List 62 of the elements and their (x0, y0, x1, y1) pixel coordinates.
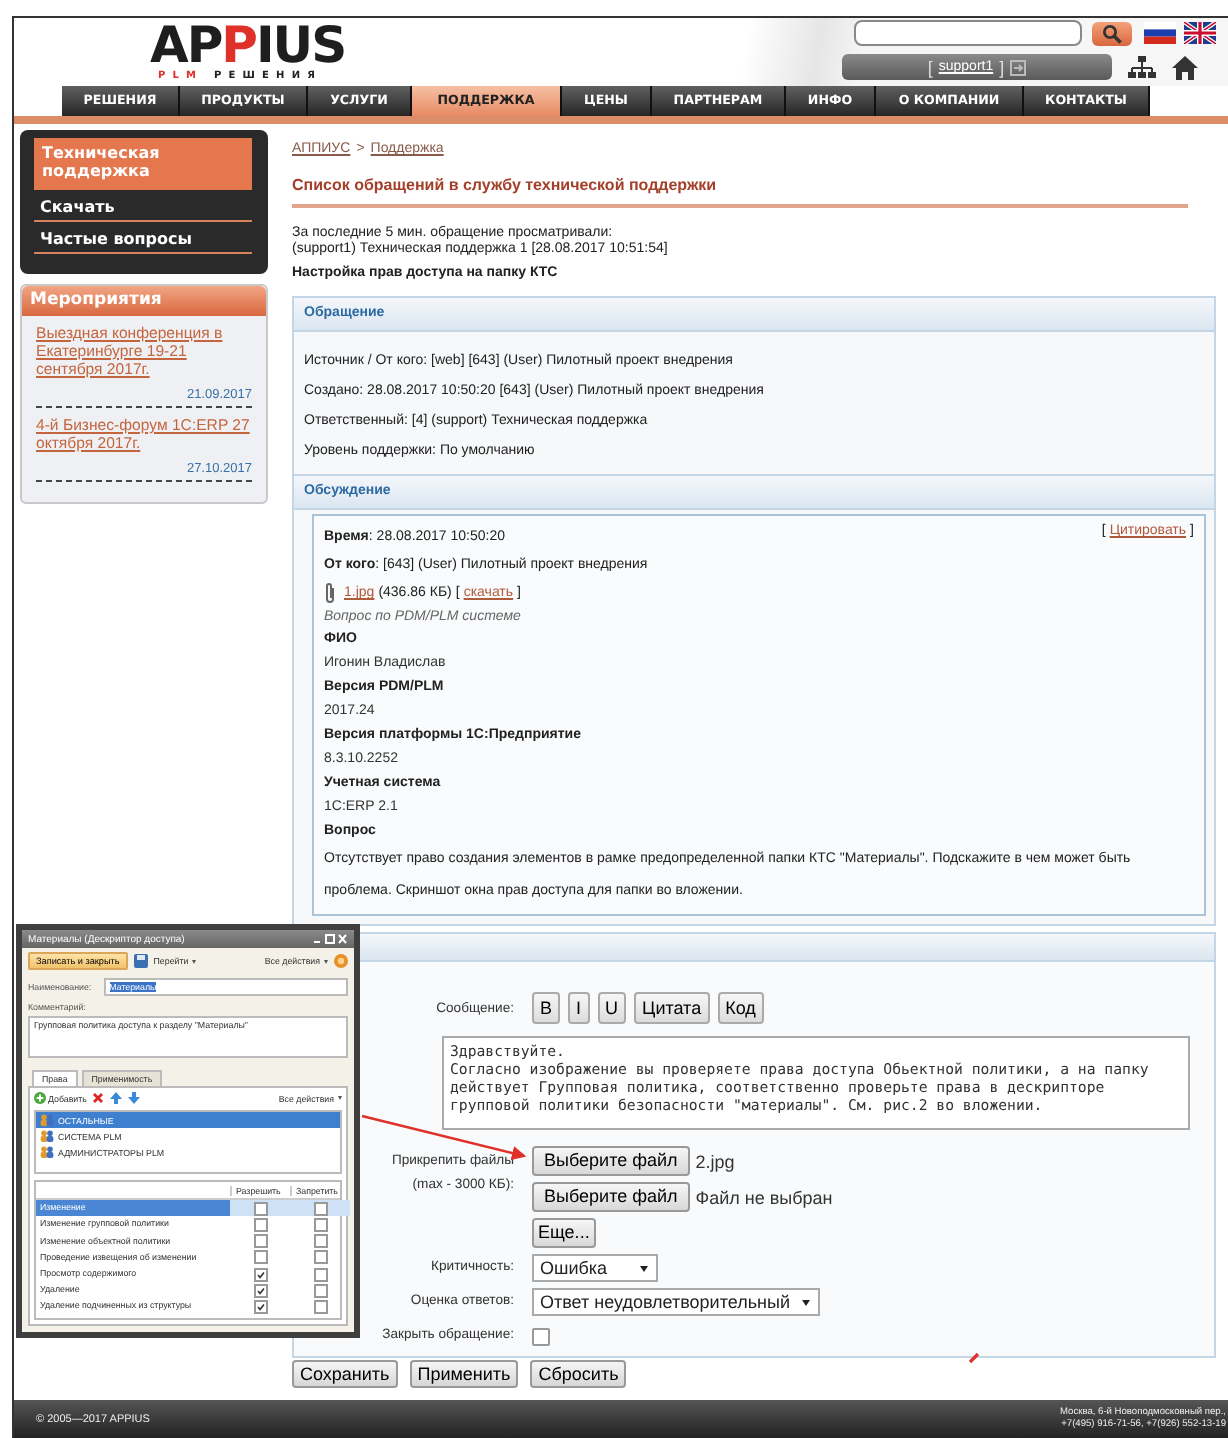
save-icon[interactable] (133, 954, 148, 968)
bracket-text: [ (927, 57, 933, 77)
checkbox[interactable] (313, 1234, 327, 1249)
menu-item[interactable]: Частые вопросы (34, 226, 252, 254)
action-button[interactable]: Сбросить (530, 1360, 627, 1388)
delete-icon[interactable] (92, 1092, 105, 1104)
checkbox[interactable] (253, 1267, 267, 1282)
choose-file-button[interactable]: Выберите файл (532, 1182, 690, 1212)
format-button[interactable]: Цитата (634, 992, 710, 1024)
checkbox[interactable] (253, 1217, 267, 1232)
checkbox[interactable] (313, 1267, 327, 1282)
action-button[interactable]: Сохранить (292, 1360, 398, 1388)
sitemap-icon[interactable] (1128, 55, 1156, 79)
file-name: Файл не выбран (695, 1187, 833, 1207)
format-button[interactable]: U (597, 992, 627, 1024)
uk-flag-icon[interactable] (1184, 22, 1216, 44)
search-button[interactable] (1092, 21, 1132, 45)
menu-item[interactable]: Скачать (34, 194, 252, 222)
criticality-dropdown[interactable]: Ошибка (532, 1254, 658, 1282)
people-icon (40, 1130, 54, 1142)
file-name: 2.jpg (695, 1151, 735, 1171)
checkbox[interactable] (253, 1283, 267, 1298)
window-controls-icon[interactable] (312, 934, 348, 944)
caret-icon (338, 1096, 342, 1100)
format-button[interactable]: B (532, 992, 561, 1024)
more-button[interactable]: Еще... (532, 1218, 596, 1248)
search-icon (1102, 23, 1122, 43)
checkbox[interactable] (313, 1283, 327, 1298)
action-button[interactable]: Применить (409, 1360, 519, 1388)
caret-icon (192, 959, 197, 963)
choose-file-button[interactable]: Выберите файл (532, 1146, 690, 1176)
format-button[interactable]: Код (717, 992, 764, 1024)
bracket-text: ] (999, 57, 1005, 77)
checkbox[interactable] (253, 1250, 267, 1265)
help-icon[interactable] (334, 954, 348, 968)
people-icon (40, 1146, 54, 1158)
page-title: Список обращений в службу технической поддержки (292, 176, 1188, 208)
checkbox[interactable] (313, 1217, 327, 1232)
caret-icon (640, 1265, 648, 1271)
paperclip-icon (324, 582, 336, 604)
home-icon[interactable] (1172, 55, 1198, 79)
close-checkbox[interactable] (532, 1328, 550, 1346)
checkbox[interactable] (313, 1250, 327, 1265)
checkbox[interactable] (313, 1299, 327, 1314)
events-title: Мероприятия (22, 286, 266, 316)
caret-icon (801, 1299, 810, 1305)
plus-icon (34, 1092, 46, 1104)
checkbox[interactable] (253, 1299, 267, 1314)
people-icon (40, 1114, 54, 1126)
search-field[interactable] (854, 20, 1082, 46)
caret-icon (324, 959, 328, 963)
rating-dropdown[interactable]: Ответ неудовлетворительный (532, 1288, 820, 1316)
checkbox[interactable] (253, 1201, 267, 1216)
pen-mark (968, 1352, 980, 1364)
logout-icon[interactable] (1010, 59, 1027, 75)
arrow-up-icon[interactable] (110, 1092, 123, 1104)
checkbox[interactable] (253, 1234, 267, 1249)
russia-flag-icon[interactable] (1144, 22, 1176, 44)
format-button[interactable]: I (568, 992, 590, 1024)
checkbox[interactable] (313, 1201, 327, 1216)
arrow-down-icon[interactable] (128, 1092, 141, 1104)
logo: APPIUS (150, 22, 346, 70)
